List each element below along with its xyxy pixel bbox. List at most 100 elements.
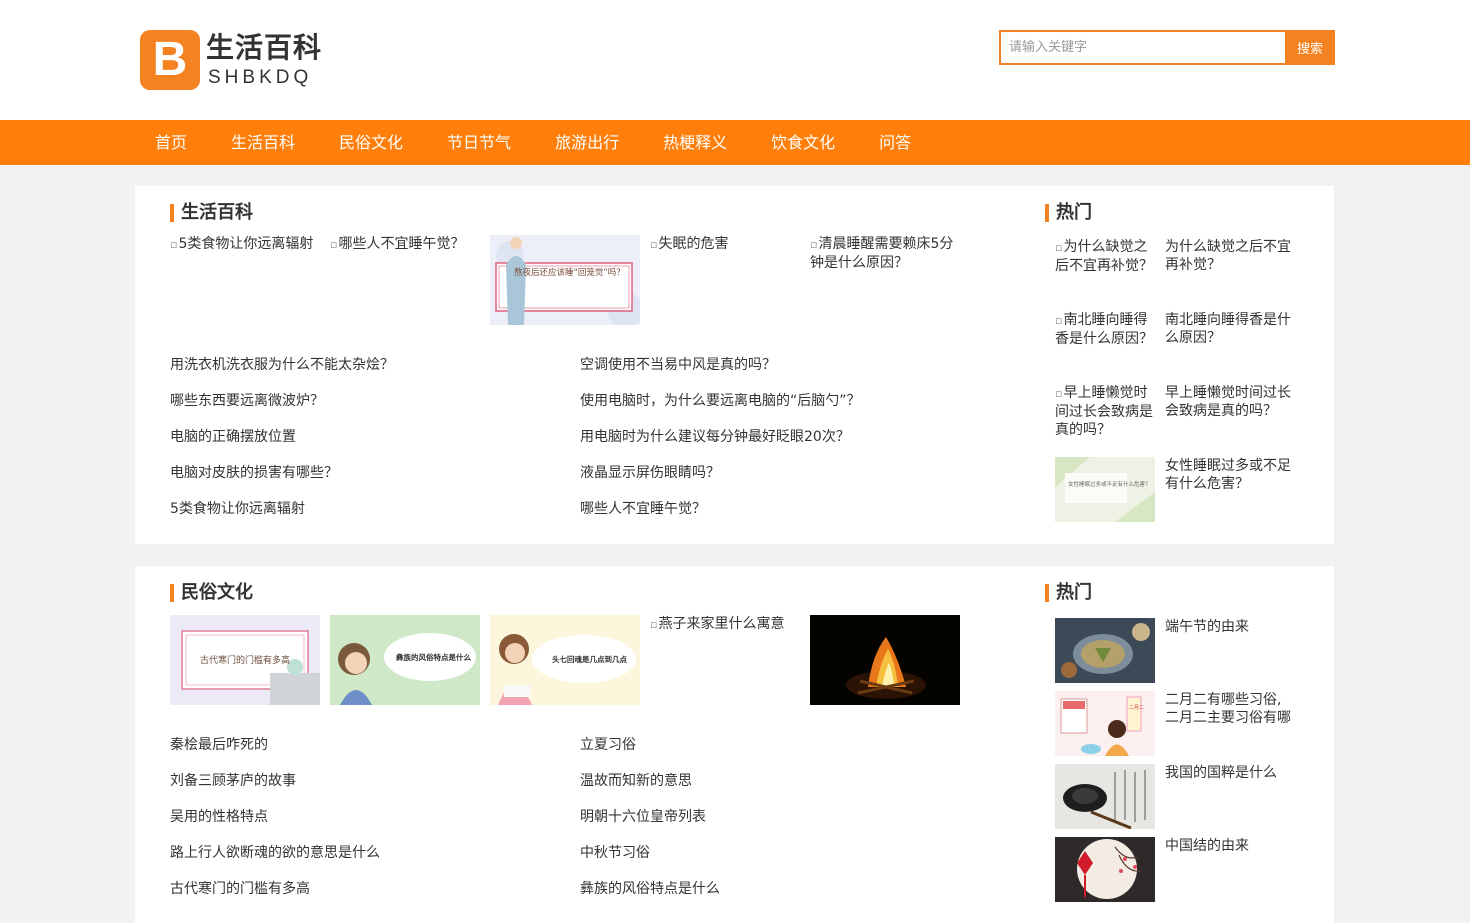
nav-item-home[interactable]: 首页 xyxy=(133,120,209,165)
article-list-right: 空调使用不当易中风是真的吗？ 使用电脑时，为什么要远离电脑的“后脑勺”？ 用电脑… xyxy=(580,356,990,536)
list-item[interactable]: 用电脑时为什么建议每分钟最好眨眼20次？ xyxy=(580,428,990,464)
search-button[interactable]: 搜索 xyxy=(1285,30,1335,65)
thumb-row: 5类食物让你远离辐射 哪些人不宜睡午觉？ 熬夜后还应该睡“回笼觉”吗？ 失眠的危… xyxy=(170,235,970,325)
site-header: B 生活百科 SHBKDQ 搜索 xyxy=(0,0,1470,120)
thumb-item[interactable] xyxy=(810,615,960,705)
sleep-illustration-image: 熬夜后还应该睡“回笼觉”吗？ xyxy=(490,235,640,325)
thumb-item[interactable]: 哪些人不宜睡午觉？ xyxy=(330,235,480,325)
hot-item[interactable]: 端午节的由来 xyxy=(1055,618,1305,691)
list-item[interactable]: 秦桧最后咋死的 xyxy=(170,736,580,772)
list-item[interactable]: 5类食物让你远离辐射 xyxy=(170,500,580,536)
nav-item-qa[interactable]: 问答 xyxy=(857,120,933,165)
hot-image: 为什么缺觉之后不宜再补觉？ xyxy=(1055,238,1155,303)
nav-item-memes[interactable]: 热梗释义 xyxy=(641,120,749,165)
logo-icon: B xyxy=(140,30,200,90)
thumb-caption: 彝族的风俗特点是什么 xyxy=(396,652,471,662)
article-list-left: 秦桧最后咋死的 刘备三顾茅庐的故事 吴用的性格特点 路上行人欲断魂的欲的意思是什… xyxy=(170,736,580,916)
hot-title-text[interactable]: 端午节的由来 xyxy=(1165,618,1295,654)
search-bar: 搜索 xyxy=(999,30,1335,65)
list-item[interactable]: 路上行人欲断魂的欲的意思是什么 xyxy=(170,844,580,880)
thumb-item[interactable]: 5类食物让你远离辐射 xyxy=(170,235,320,325)
hot-item[interactable]: 二月二 二月二有哪些习俗,二月二主要习俗有哪些 xyxy=(1055,691,1305,764)
broken-image-alt: 为什么缺觉之后不宜再补觉？ xyxy=(1055,238,1155,275)
hot-item[interactable]: 南北睡向睡得香是什么原因？ 南北睡向睡得香是什么原因？ xyxy=(1055,311,1305,384)
list-item[interactable]: 彝族的风俗特点是什么 xyxy=(580,880,990,916)
nav-item-festival[interactable]: 节日节气 xyxy=(425,120,533,165)
hot-title-text[interactable]: 女性睡眠过多或不足有什么危害？ xyxy=(1165,457,1295,493)
list-item[interactable]: 使用电脑时，为什么要远离电脑的“后脑勺”？ xyxy=(580,392,990,428)
list-item[interactable]: 液晶显示屏伤眼睛吗？ xyxy=(580,464,990,500)
broken-image-alt: 失眠的危害 xyxy=(650,235,800,254)
thumb-item[interactable]: 彝族的风俗特点是什么 xyxy=(330,615,480,705)
hot-item[interactable]: 我国的国粹是什么 xyxy=(1055,764,1305,837)
thumb-item[interactable]: 熬夜后还应该睡“回笼觉”吗？ xyxy=(490,235,640,325)
list-item[interactable]: 立夏习俗 xyxy=(580,736,990,772)
thumb-item[interactable]: 失眠的危害 xyxy=(650,235,800,325)
list-item[interactable]: 电脑的正确摆放位置 xyxy=(170,428,580,464)
sleep-card-image: 女性睡眠过多或不足有什么危害？ xyxy=(1055,457,1155,522)
dragon-boat-food-image xyxy=(1055,618,1155,683)
hot-title-text[interactable]: 中国结的由来 xyxy=(1165,837,1295,873)
broken-image-alt: 5类食物让你远离辐射 xyxy=(170,235,320,254)
broken-image-alt: 燕子来家里什么寓意 xyxy=(650,615,800,634)
article-lists: 用洗衣机洗衣服为什么不能太杂烩？ 哪些东西要远离微波炉？ 电脑的正确摆放位置 电… xyxy=(170,356,990,536)
list-item[interactable]: 哪些东西要远离微波炉？ xyxy=(170,392,580,428)
nav-item-food[interactable]: 饮食文化 xyxy=(749,120,857,165)
site-logo[interactable]: B 生活百科 SHBKDQ xyxy=(140,30,322,90)
article-list-right: 立夏习俗 温故而知新的意思 明朝十六位皇帝列表 中秋节习俗 彝族的风俗特点是什么 xyxy=(580,736,990,916)
broken-image-alt: 南北睡向睡得香是什么原因？ xyxy=(1055,311,1155,348)
list-item[interactable]: 用洗衣机洗衣服为什么不能太杂烩？ xyxy=(170,356,580,392)
girl-reading-image: 头七回魂是几点到几点 xyxy=(490,615,640,705)
hot-item[interactable]: 早上睡懒觉时间过长会致病是真的吗？ 早上睡懒觉时间过长会致病是真的吗？ xyxy=(1055,384,1305,457)
hot-caption: 女性睡眠过多或不足有什么危害？ xyxy=(1068,480,1151,488)
ink-stone-image xyxy=(1055,764,1155,829)
thumb-row: 古代寒门的门槛有多高 彝族的风俗特点是什么 头七回魂是几点到几点 ▫ 燕子来家里… xyxy=(170,615,970,705)
calendar-girl-image: 二月二 xyxy=(1055,691,1155,756)
thumb-caption: 古代寒门的门槛有多高 xyxy=(200,654,290,666)
article-lists: 秦桧最后咋死的 刘备三顾茅庐的故事 吴用的性格特点 路上行人欲断魂的欲的意思是什… xyxy=(170,736,990,916)
thumb-item[interactable]: 头七回魂是几点到几点 xyxy=(490,615,640,705)
hot-image: 早上睡懒觉时间过长会致病是真的吗？ xyxy=(1055,384,1155,449)
search-input[interactable] xyxy=(999,30,1285,65)
nav-item-folk[interactable]: 民俗文化 xyxy=(317,120,425,165)
hot-list: 为什么缺觉之后不宜再补觉？ 为什么缺觉之后不宜再补觉？ 南北睡向睡得香是什么原因… xyxy=(1055,238,1305,530)
list-item[interactable]: 空调使用不当易中风是真的吗？ xyxy=(580,356,990,392)
list-item[interactable]: 温故而知新的意思 xyxy=(580,772,990,808)
hot-title-text[interactable]: 为什么缺觉之后不宜再补觉？ xyxy=(1165,238,1295,274)
list-item[interactable]: 中秋节习俗 xyxy=(580,844,990,880)
hot-caption: 二月二 xyxy=(1129,705,1144,711)
broken-image-alt: 哪些人不宜睡午觉？ xyxy=(330,235,480,254)
hot-image xyxy=(1055,764,1155,829)
logo-title: 生活百科 xyxy=(206,31,323,64)
nav-item-life[interactable]: 生活百科 xyxy=(209,120,317,165)
list-item[interactable]: 吴用的性格特点 xyxy=(170,808,580,844)
hot-item[interactable]: 女性睡眠过多或不足有什么危害？ 女性睡眠过多或不足有什么危害？ xyxy=(1055,457,1305,530)
hot-title-text[interactable]: 早上睡懒觉时间过长会致病是真的吗？ xyxy=(1165,384,1295,420)
hot-title-text[interactable]: 我国的国粹是什么 xyxy=(1165,764,1295,800)
hot-image xyxy=(1055,618,1155,683)
list-item[interactable]: 明朝十六位皇帝列表 xyxy=(580,808,990,844)
list-item[interactable]: 哪些人不宜睡午觉？ xyxy=(580,500,990,536)
ancient-door-image: 古代寒门的门槛有多高 xyxy=(170,615,320,705)
section-folk: 民俗文化 热门 古代寒门的门槛有多高 彝族的风俗特点是什么 头七回魂是几点到几点… xyxy=(135,566,1334,923)
hot-image xyxy=(1055,837,1155,902)
thumb-item[interactable]: 清晨睡醒需要赖床5分钟是什么原因？ xyxy=(810,235,960,325)
bonfire-image xyxy=(810,615,960,705)
list-item[interactable]: 古代寒门的门槛有多高 xyxy=(170,880,580,916)
list-item[interactable]: 刘备三顾茅庐的故事 xyxy=(170,772,580,808)
thumb-item[interactable]: 燕子来家里什么寓意 xyxy=(650,615,800,705)
hot-item[interactable]: 为什么缺觉之后不宜再补觉？ 为什么缺觉之后不宜再补觉？ xyxy=(1055,238,1305,311)
section-title: 民俗文化 xyxy=(170,584,253,602)
thumb-item[interactable]: 古代寒门的门槛有多高 xyxy=(170,615,320,705)
hot-item[interactable]: 中国结的由来 xyxy=(1055,837,1305,910)
thumb-caption: 熬夜后还应该睡“回笼觉”吗？ xyxy=(514,267,625,278)
hot-title-text[interactable]: 南北睡向睡得香是什么原因？ xyxy=(1165,311,1295,347)
hot-image: 南北睡向睡得香是什么原因？ xyxy=(1055,311,1155,376)
broken-image-alt: 早上睡懒觉时间过长会致病是真的吗？ xyxy=(1055,384,1155,439)
hot-list: 端午节的由来 二月二 二月二有哪些习俗,二月二主要习俗有哪些 xyxy=(1055,618,1305,910)
hot-title-text[interactable]: 二月二有哪些习俗,二月二主要习俗有哪些 xyxy=(1165,691,1295,727)
list-item[interactable]: 电脑对皮肤的损害有哪些？ xyxy=(170,464,580,500)
hot-image: 二月二 xyxy=(1055,691,1155,756)
nav-item-travel[interactable]: 旅游出行 xyxy=(533,120,641,165)
girl-thinking-image: 彝族的风俗特点是什么 xyxy=(330,615,480,705)
